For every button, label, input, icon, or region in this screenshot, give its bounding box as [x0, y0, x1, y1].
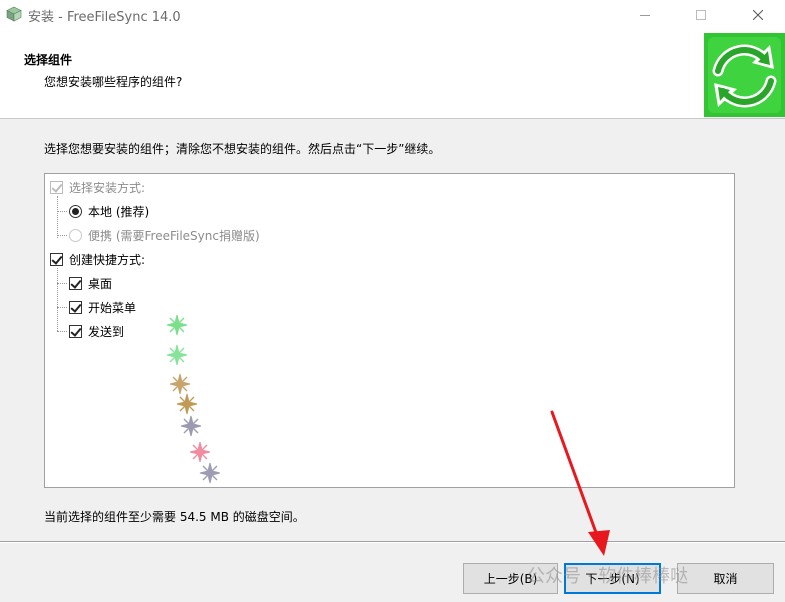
- tree-item-label: 便携 (需要FreeFileSync捐赠版): [88, 228, 260, 243]
- checkbox[interactable]: [69, 276, 82, 290]
- tree-item-label: 本地 (推荐): [88, 204, 150, 219]
- sparkle-trail-icon: [166, 314, 220, 484]
- next-button[interactable]: 下一步(N): [564, 563, 661, 594]
- tree-connector: [57, 268, 58, 331]
- red-arrow-icon: [550, 410, 610, 556]
- page-title: 选择组件: [24, 53, 73, 67]
- tree-item-send-to[interactable]: 发送到: [69, 320, 124, 342]
- tree-item-label: 选择安装方式:: [69, 180, 146, 195]
- checkbox[interactable]: [50, 252, 63, 266]
- window-title: 安装 - FreeFileSync 14.0: [28, 10, 181, 25]
- back-button[interactable]: 上一步(B): [463, 563, 558, 594]
- close-icon: [753, 10, 763, 20]
- tree-item-shortcuts[interactable]: 创建快捷方式:: [50, 248, 145, 270]
- disk-space-info: 当前选择的组件至少需要 54.5 MB 的磁盘空间。: [44, 510, 305, 524]
- checkbox[interactable]: [50, 180, 63, 194]
- maximize-button[interactable]: [678, 0, 724, 30]
- checkbox[interactable]: [69, 324, 82, 338]
- tree-connector: [57, 235, 67, 236]
- title-bar: 安装 - FreeFileSync 14.0: [0, 0, 785, 30]
- tree-item-label: 桌面: [88, 276, 113, 291]
- tree-item-portable[interactable]: 便携 (需要FreeFileSync捐赠版): [69, 224, 260, 246]
- tree-connector: [57, 196, 58, 238]
- tree-item-start-menu[interactable]: 开始菜单: [69, 296, 136, 318]
- tree-connector: [57, 283, 67, 284]
- cancel-button[interactable]: 取消: [677, 563, 774, 594]
- checkbox[interactable]: [69, 300, 82, 314]
- tree-connector: [57, 331, 67, 332]
- installer-box-icon: [6, 6, 22, 22]
- tree-item-label: 创建快捷方式:: [69, 252, 146, 267]
- footer-divider: [0, 541, 785, 543]
- minimize-icon: [640, 15, 650, 16]
- maximize-icon: [696, 10, 706, 20]
- page-subtitle: 您想安装哪些程序的组件?: [44, 75, 183, 89]
- radio-button[interactable]: [69, 204, 82, 218]
- radio-button[interactable]: [69, 228, 82, 242]
- freefilesync-logo: [704, 33, 785, 117]
- tree-item-install-mode[interactable]: 选择安装方式:: [50, 176, 145, 198]
- tree-connector: [57, 211, 67, 212]
- tree-item-local[interactable]: 本地 (推荐): [69, 200, 149, 222]
- tree-connector: [57, 307, 67, 308]
- tree-item-label: 发送到: [88, 324, 125, 339]
- close-button[interactable]: [735, 0, 781, 30]
- components-tree[interactable]: 选择安装方式: 本地 (推荐) 便携 (需要FreeFileSync捐赠版) 创…: [44, 173, 735, 488]
- minimize-button[interactable]: [622, 0, 668, 30]
- refresh-arrows-icon: [704, 33, 785, 117]
- wizard-header: 选择组件 您想安装哪些程序的组件?: [0, 30, 785, 119]
- tree-item-label: 开始菜单: [88, 300, 137, 315]
- tree-item-desktop[interactable]: 桌面: [69, 272, 112, 294]
- instruction-text: 选择您想要安装的组件；清除您不想安装的组件。然后点击“下一步”继续。: [44, 142, 441, 156]
